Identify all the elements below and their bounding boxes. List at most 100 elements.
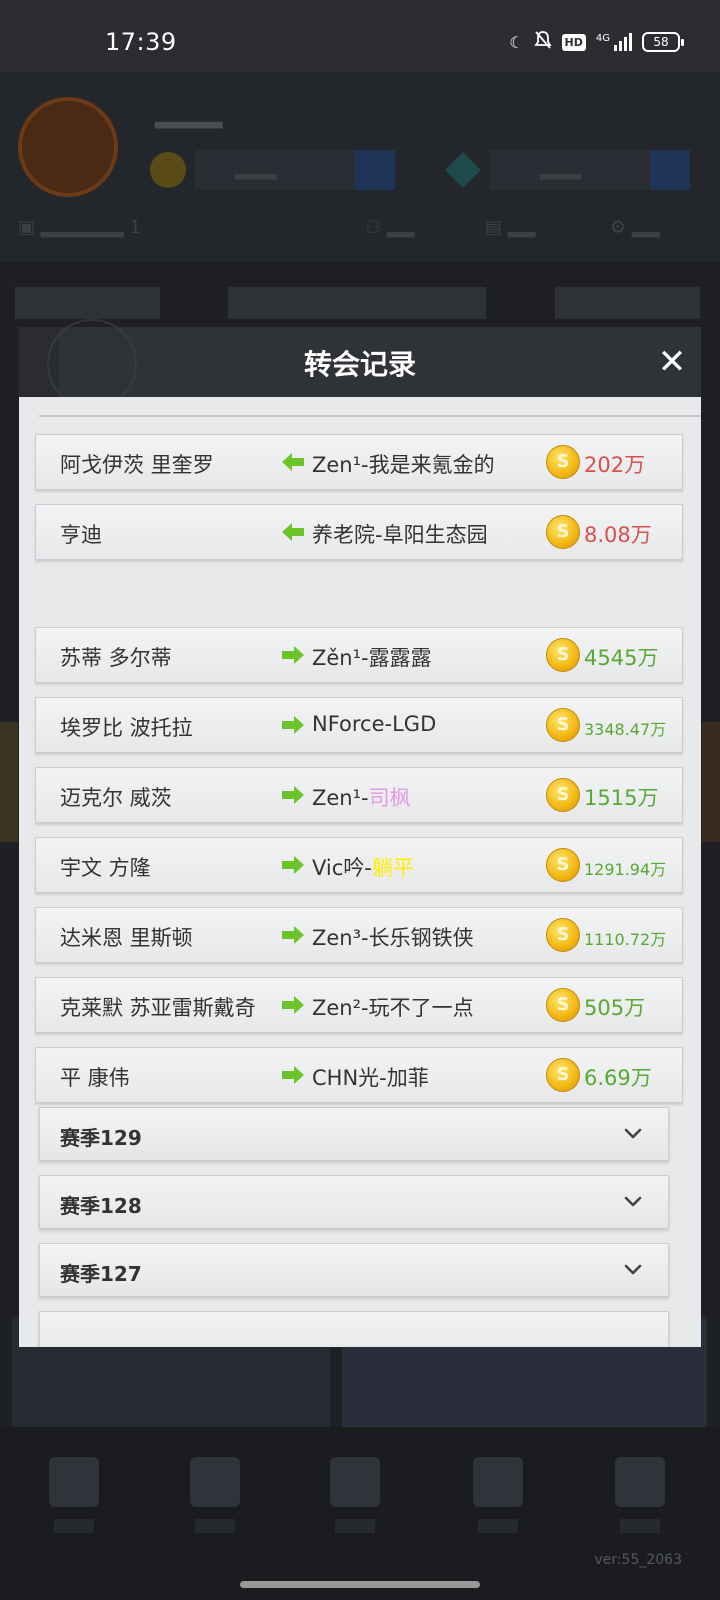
team-name: Zen¹-司枫 [312, 782, 411, 812]
background-tag-3 [555, 287, 700, 319]
transfer-price: 1291.94万 [584, 860, 667, 879]
transfer-price: 6.69万 [584, 1066, 652, 1090]
coin-icon: S [546, 778, 580, 812]
status-time: 17:39 [105, 28, 177, 56]
team-name: Vic吟-躺平 [312, 852, 414, 882]
transfer-price: 1110.72万 [584, 930, 667, 949]
transfer-row[interactable]: 埃罗比 波托拉 NForce-LGD S 3348.47万 [35, 697, 683, 753]
chevron-down-icon[interactable] [622, 1258, 644, 1280]
team-name-highlight: 司枫 [368, 786, 411, 810]
background-side-strip [0, 722, 18, 842]
transfer-row[interactable]: 迈克尔 威茨 Zen¹-司枫 S 1515万 [35, 767, 683, 823]
background-link-friends: ⚇ ▂▂ [365, 217, 415, 238]
coin-icon: S [546, 918, 580, 952]
modal-body[interactable]: 阿戈伊茨 里奎罗 Zen¹-我是来氪金的 S 202万 亨迪 养老院-阜阳生态园 S 8.08… [19, 397, 701, 1347]
team-name: Zěn¹-露露露 [312, 642, 432, 672]
coin-icon: S [546, 515, 580, 549]
home-indicator[interactable] [240, 1581, 480, 1588]
team-name: NForce-LGD [312, 712, 436, 736]
team-name-text: NForce-LGD [312, 712, 437, 736]
background-team-name: ▂▂▂▂ [155, 104, 223, 129]
coin-icon [150, 152, 186, 188]
background-bottom-nav [0, 1427, 720, 1600]
coin-icon: S [546, 445, 580, 479]
transfer-row[interactable]: 宇文 方隆 Vic吟-躺平 S 1291.94万 [35, 837, 683, 893]
transfer-row[interactable]: 平 康伟 CHN光-加菲 S 6.69万 [35, 1047, 683, 1103]
season-accordion[interactable]: 赛季128 [39, 1175, 669, 1229]
status-icons: ☾ HD 4G 58 [509, 30, 684, 54]
player-name: 宇文 方隆 [60, 856, 151, 880]
chevron-down-icon[interactable] [622, 1190, 644, 1212]
arrow-left-icon [280, 451, 306, 473]
background-link-settings: ⚙ ▂▂ [610, 217, 660, 238]
arrow-left-icon [280, 521, 306, 543]
team-name: Zen¹-我是来氪金的 [312, 449, 495, 479]
transfer-price: 8.08万 [584, 523, 652, 547]
background-link-left: ▣ ▂▂▂▂▂▂ 1 [18, 217, 141, 238]
season-accordion-partial[interactable] [39, 1311, 669, 1347]
team-name: Zen³-长乐钢铁侠 [312, 922, 474, 952]
arrow-right-icon [280, 1064, 306, 1086]
player-name: 埃罗比 波托拉 [60, 716, 193, 740]
coin-icon: S [546, 1058, 580, 1092]
arrow-right-icon [280, 644, 306, 666]
version-label: ver:55_2063 [594, 1552, 682, 1568]
background-tag-2 [228, 287, 486, 319]
moon-icon: ☾ [509, 32, 524, 52]
transfer-price: 202万 [584, 453, 646, 477]
season-accordion[interactable]: 赛季129 [39, 1107, 669, 1161]
team-name-text: Zen¹- [312, 786, 369, 810]
player-name: 亨迪 [60, 523, 102, 547]
transfer-row[interactable]: 苏蒂 多尔蒂 Zěn¹-露露露 S 4545万 [35, 627, 683, 683]
background-nav-item [44, 1457, 104, 1547]
background-side-strip [702, 722, 720, 842]
hd-icon: HD [561, 33, 586, 51]
team-name-text: Zen³-长乐钢铁侠 [312, 926, 474, 950]
transfer-row[interactable]: 克莱默 苏亚雷斯戴奇 Zen²-玩不了一点 S 505万 [35, 977, 683, 1033]
divider [39, 415, 701, 417]
player-name: 阿戈伊茨 里奎罗 [60, 453, 214, 477]
avatar [18, 97, 118, 197]
arrow-right-icon [280, 994, 306, 1016]
team-name-text: 养老院-阜阳生态园 [312, 523, 488, 547]
background-tag-1 [15, 287, 160, 319]
team-name-text: Zěn¹-露露露 [312, 646, 432, 670]
transfer-price: 505万 [584, 996, 646, 1020]
player-name: 达米恩 里斯顿 [60, 926, 193, 950]
battery-icon: 58 [642, 32, 684, 52]
modal-header: 转会记录 ✕ [19, 319, 701, 409]
team-name: Zen²-玩不了一点 [312, 992, 474, 1022]
team-name: CHN光-加菲 [312, 1062, 429, 1092]
season-label: 赛季128 [60, 1194, 142, 1218]
season-accordion[interactable]: 赛季127 [39, 1243, 669, 1297]
transfer-records-modal: 转会记录 ✕ 阿戈伊茨 里奎罗 Zen¹-我是来氪金的 S 202万 亨迪 养老院-阜阳生… [19, 319, 701, 1347]
arrow-right-icon [280, 714, 306, 736]
arrow-right-icon [280, 924, 306, 946]
season-label: 赛季129 [60, 1126, 142, 1150]
background-nav-item [610, 1457, 670, 1547]
network-label: 4G [595, 33, 610, 44]
background-nav-item [325, 1457, 385, 1547]
player-name: 平 康伟 [60, 1066, 130, 1090]
signal-icon: 4G [596, 33, 632, 51]
player-name: 苏蒂 多尔蒂 [60, 646, 172, 670]
transfer-row[interactable]: 亨迪 养老院-阜阳生态园 S 8.08万 [35, 504, 683, 560]
transfer-row[interactable]: 阿戈伊茨 里奎罗 Zen¹-我是来氪金的 S 202万 [35, 434, 683, 490]
add-gem-button [650, 150, 690, 190]
close-button[interactable]: ✕ [653, 343, 691, 381]
arrow-right-icon [280, 854, 306, 876]
transfer-price: 1515万 [584, 786, 659, 810]
background-nav-item [468, 1457, 528, 1547]
transfer-price: 4545万 [584, 646, 659, 670]
transfer-row[interactable]: 达米恩 里斯顿 Zen³-长乐钢铁侠 S 1110.72万 [35, 907, 683, 963]
arrow-right-icon [280, 784, 306, 806]
background-header: ▂▂▂▂ ▂▂▂ ▂▂▂ ▣ ▂▂▂▂▂▂ 1 ⚇ ▂▂ ▤ ▂▂ ⚙ ▂▂ [0, 72, 720, 262]
team-name-text: CHN光-加菲 [312, 1066, 429, 1090]
add-coin-button [355, 150, 395, 190]
transfer-price: 3348.47万 [584, 720, 667, 739]
player-name: 克莱默 苏亚雷斯戴奇 [60, 996, 256, 1020]
gem-icon [445, 152, 481, 188]
background-nav-item [185, 1457, 245, 1547]
chevron-down-icon[interactable] [622, 1122, 644, 1144]
team-name-text: Zen¹-我是来氪金的 [312, 453, 495, 477]
